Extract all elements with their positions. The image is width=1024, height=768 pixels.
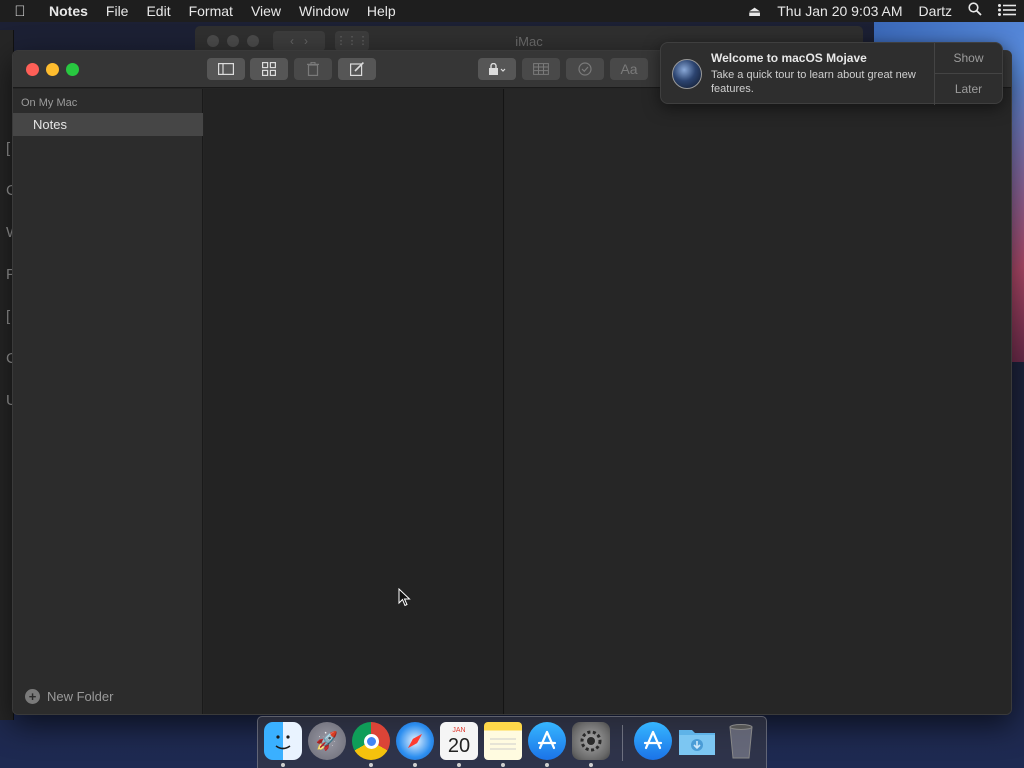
dock: 🚀 JAN 20 [257,716,767,768]
lock-icon [489,63,506,75]
finder-icon[interactable] [264,722,302,760]
notes-app-icon[interactable] [484,722,522,760]
apple-menu-icon[interactable]:  [0,3,40,20]
note-list-pane[interactable] [204,89,504,714]
table-icon [533,63,549,75]
menu-window[interactable]: Window [290,0,358,22]
sidebar-folder-notes[interactable]: Notes [13,113,203,136]
dock-separator [622,725,623,761]
notification-later-button[interactable]: Later [935,74,1002,105]
checklist-button[interactable] [566,58,604,80]
menu-file[interactable]: File [97,0,138,22]
notification-actions: Show Later [934,43,1002,105]
plus-icon: + [25,689,40,704]
spotlight-search-icon[interactable] [960,0,990,22]
gallery-view-button[interactable] [250,58,288,80]
notification-center-icon[interactable] [990,0,1024,22]
sidebar-toggle-icon [218,63,234,75]
launchpad-icon[interactable]: 🚀 [308,722,346,760]
notification-body: Take a quick tour to learn about great n… [711,69,916,95]
note-editor-pane[interactable] [505,89,1011,714]
notification-title: Welcome to macOS Mojave [711,51,867,65]
new-note-button[interactable] [338,58,376,80]
trash-icon [307,62,319,76]
menu-help[interactable]: Help [358,0,405,22]
new-folder-label: New Folder [47,689,114,704]
system-preferences-icon[interactable] [572,722,610,760]
mouse-cursor-icon [398,588,411,607]
menu-app-notes[interactable]: Notes [40,0,97,22]
lock-note-button[interactable] [478,58,516,80]
macos-mojave-icon [672,59,702,89]
compose-icon [350,62,364,76]
maximize-window-button[interactable] [66,63,79,76]
format-text-button[interactable]: Aa [610,58,648,80]
menubar-user[interactable]: Dartz [911,0,960,22]
checklist-icon [578,62,592,76]
chrome-icon[interactable] [352,722,390,760]
notification-banner[interactable]: Welcome to macOS Mojave Take a quick tou… [660,42,1003,105]
menu-format[interactable]: Format [180,0,242,22]
toggle-sidebar-button[interactable] [207,58,245,80]
folders-sidebar: On My Mac Notes + New Folder [13,89,203,714]
table-button[interactable] [522,58,560,80]
sidebar-section-on-my-mac: On My Mac [21,97,78,109]
menubar-clock[interactable]: Thu Jan 20 9:03 AM [769,0,910,22]
menu-bar:  Notes File Edit Format View Window Hel… [0,0,1024,22]
notification-show-button[interactable]: Show [935,43,1002,74]
menu-view[interactable]: View [242,0,290,22]
gallery-view-icon [262,62,276,76]
downloads-folder-icon[interactable] [678,722,716,760]
notes-window: Aa On My Mac Notes + New Folder [12,50,1012,715]
format-text-icon: Aa [620,61,638,77]
menu-edit[interactable]: Edit [137,0,179,22]
calendar-icon[interactable]: JAN 20 [440,722,478,760]
app-store-downloads-icon[interactable] [634,722,672,760]
close-window-button[interactable] [26,63,39,76]
new-folder-button[interactable]: + New Folder [25,689,113,704]
trash-dock-icon[interactable] [722,722,760,760]
calendar-month: JAN [452,726,466,734]
safari-icon[interactable] [396,722,434,760]
delete-note-button[interactable] [294,58,332,80]
app-store-icon[interactable] [528,722,566,760]
eject-icon[interactable]: ⏏ [740,0,769,22]
calendar-day: 20 [447,734,471,757]
minimize-window-button[interactable] [46,63,59,76]
